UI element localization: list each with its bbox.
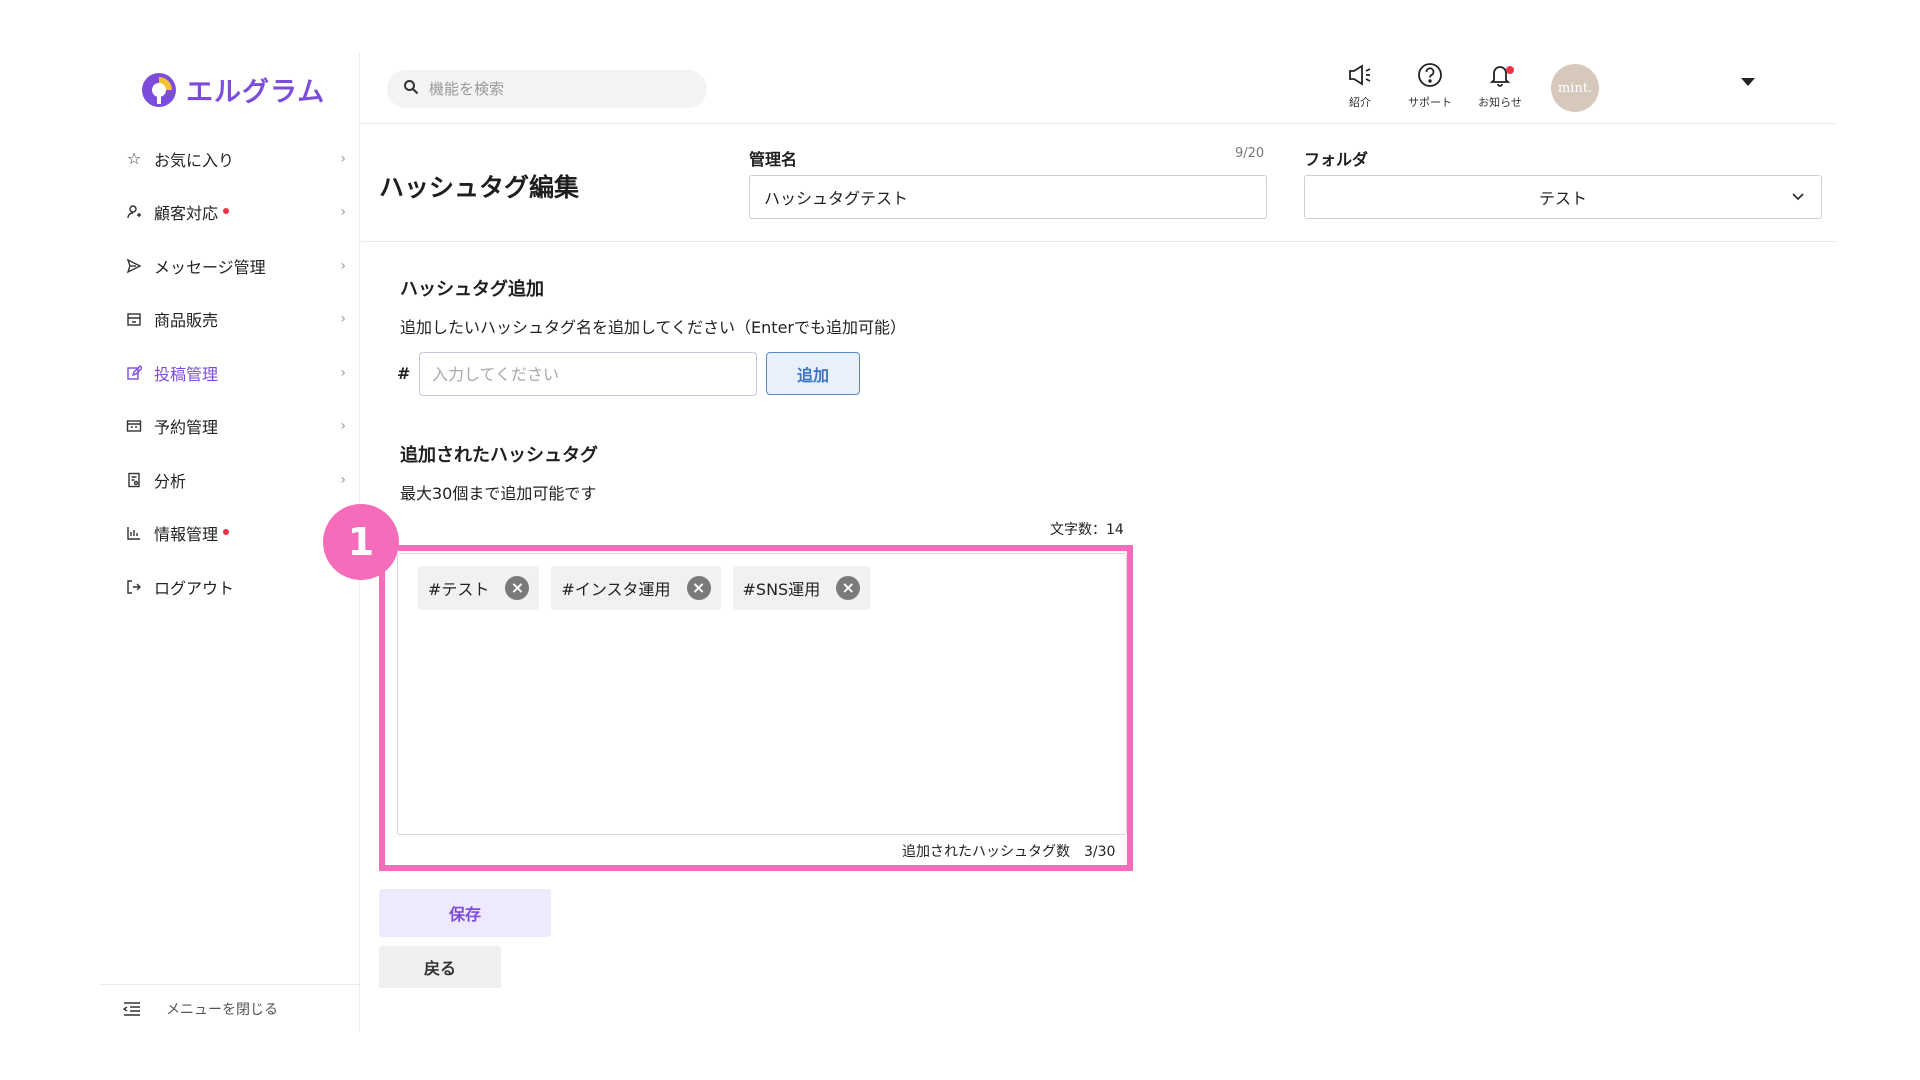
sidebar-item-favorites[interactable]: ☆ お気に入り › — [100, 132, 360, 186]
sidebar-item-label: 予約管理 — [154, 418, 219, 438]
brand-name: エルグラム — [186, 77, 326, 108]
title-bar: ハッシュタグ編集 管理名 9/20 ハッシュタグテスト フォルダ テスト — [361, 124, 1836, 242]
support-label: サポート — [1408, 96, 1452, 109]
add-hashtag-heading: ハッシュタグ追加 — [400, 279, 544, 300]
megaphone-icon — [1346, 62, 1374, 92]
notice-label: お知らせ — [1478, 96, 1522, 109]
help-icon — [1416, 62, 1444, 92]
highlight-annotation-box — [379, 545, 1133, 871]
char-count: 文字数：14 — [1050, 522, 1124, 538]
top-header: 紹介 サポート お知らせ mint. — [361, 52, 1836, 124]
person-icon — [124, 202, 144, 222]
sidebar-item-posts[interactable]: 投稿管理 › — [100, 346, 360, 400]
sidebar-item-reservations[interactable]: 予約管理 › — [100, 400, 360, 454]
avatar[interactable]: mint. — [1551, 64, 1599, 112]
brand-logo[interactable]: エルグラム — [140, 70, 325, 109]
add-hashtag-description: 追加したいハッシュタグ名を追加してください（Enterでも追加可能） — [400, 318, 906, 337]
menu-collapse-icon — [122, 999, 142, 1019]
calendar-icon — [124, 416, 144, 436]
bar-chart-icon — [124, 523, 144, 543]
star-icon: ☆ — [126, 149, 142, 169]
chevron-right-icon: › — [340, 150, 346, 167]
chevron-right-icon: › — [340, 311, 346, 328]
chevron-down-icon — [1791, 188, 1805, 207]
sidebar-item-logout[interactable]: ログアウト — [100, 560, 360, 614]
collapse-menu-button[interactable]: メニューを閉じる — [100, 984, 360, 1032]
sidebar-item-label: メッセージ管理 — [154, 257, 266, 277]
logout-icon — [124, 577, 144, 597]
added-hashtags-description: 最大30個まで追加可能です — [400, 484, 597, 503]
notification-dot — [223, 208, 230, 215]
support-button[interactable]: サポート — [1400, 62, 1460, 110]
sidebar-item-label: お気に入り — [154, 150, 235, 170]
management-name-field[interactable]: ハッシュタグテスト — [749, 175, 1267, 219]
chevron-right-icon: › — [340, 418, 346, 435]
collapse-menu-label: メニューを閉じる — [166, 1001, 278, 1018]
notification-dot — [1506, 66, 1514, 74]
name-field-label: 管理名 — [749, 150, 798, 169]
folder-field-label: フォルダ — [1304, 150, 1369, 169]
logo-icon — [140, 71, 178, 109]
sidebar-item-info[interactable]: 情報管理 — [100, 507, 360, 561]
added-hashtags-heading: 追加されたハッシュタグ — [400, 445, 598, 466]
sidebar-item-label: 情報管理 — [154, 525, 219, 545]
sidebar-nav: ☆ お気に入り › 顧客対応 › メッセージ管理 › 商品販売 › 投稿管理 ›… — [100, 132, 360, 614]
sidebar-item-label: 投稿管理 — [154, 364, 219, 384]
report-icon — [124, 470, 144, 490]
intro-label: 紹介 — [1349, 96, 1371, 109]
edit-icon — [124, 363, 144, 383]
notifications-button[interactable]: お知らせ — [1470, 62, 1530, 110]
save-button[interactable]: 保存 — [379, 889, 551, 937]
back-button[interactable]: 戻る — [379, 946, 501, 988]
step-number-badge: 1 — [323, 504, 399, 580]
sidebar-item-analytics[interactable]: 分析 › — [100, 453, 360, 507]
send-icon — [124, 256, 144, 276]
folder-select[interactable]: テスト — [1304, 175, 1822, 219]
search-icon — [403, 79, 419, 99]
notification-dot — [223, 529, 230, 536]
add-hashtag-button[interactable]: 追加 — [766, 352, 860, 395]
hash-symbol: # — [397, 364, 411, 383]
sidebar-item-label: 分析 — [154, 471, 187, 491]
name-char-counter: 9/20 — [1235, 146, 1265, 161]
folder-selected-value: テスト — [1538, 189, 1587, 208]
sidebar-item-label: 顧客対応 — [154, 204, 219, 224]
shop-icon — [124, 309, 144, 329]
sidebar-item-messages[interactable]: メッセージ管理 › — [100, 239, 360, 293]
sidebar-item-label: ログアウト — [154, 578, 235, 598]
account-dropdown-icon[interactable] — [1741, 78, 1755, 86]
chevron-right-icon: › — [340, 364, 346, 381]
search-box[interactable] — [387, 70, 707, 108]
sidebar-item-sales[interactable]: 商品販売 › — [100, 293, 360, 347]
chevron-right-icon: › — [340, 257, 346, 274]
sidebar: エルグラム ☆ お気に入り › 顧客対応 › メッセージ管理 › 商品販売 › … — [100, 52, 360, 1032]
chevron-right-icon: › — [340, 471, 346, 488]
chevron-right-icon: › — [340, 204, 346, 221]
intro-button[interactable]: 紹介 — [1330, 62, 1390, 110]
sidebar-item-label: 商品販売 — [154, 311, 219, 331]
page-title: ハッシュタグ編集 — [379, 173, 580, 202]
search-input[interactable] — [429, 80, 669, 98]
hashtag-input[interactable] — [419, 352, 757, 396]
sidebar-item-customer[interactable]: 顧客対応 › — [100, 186, 360, 240]
